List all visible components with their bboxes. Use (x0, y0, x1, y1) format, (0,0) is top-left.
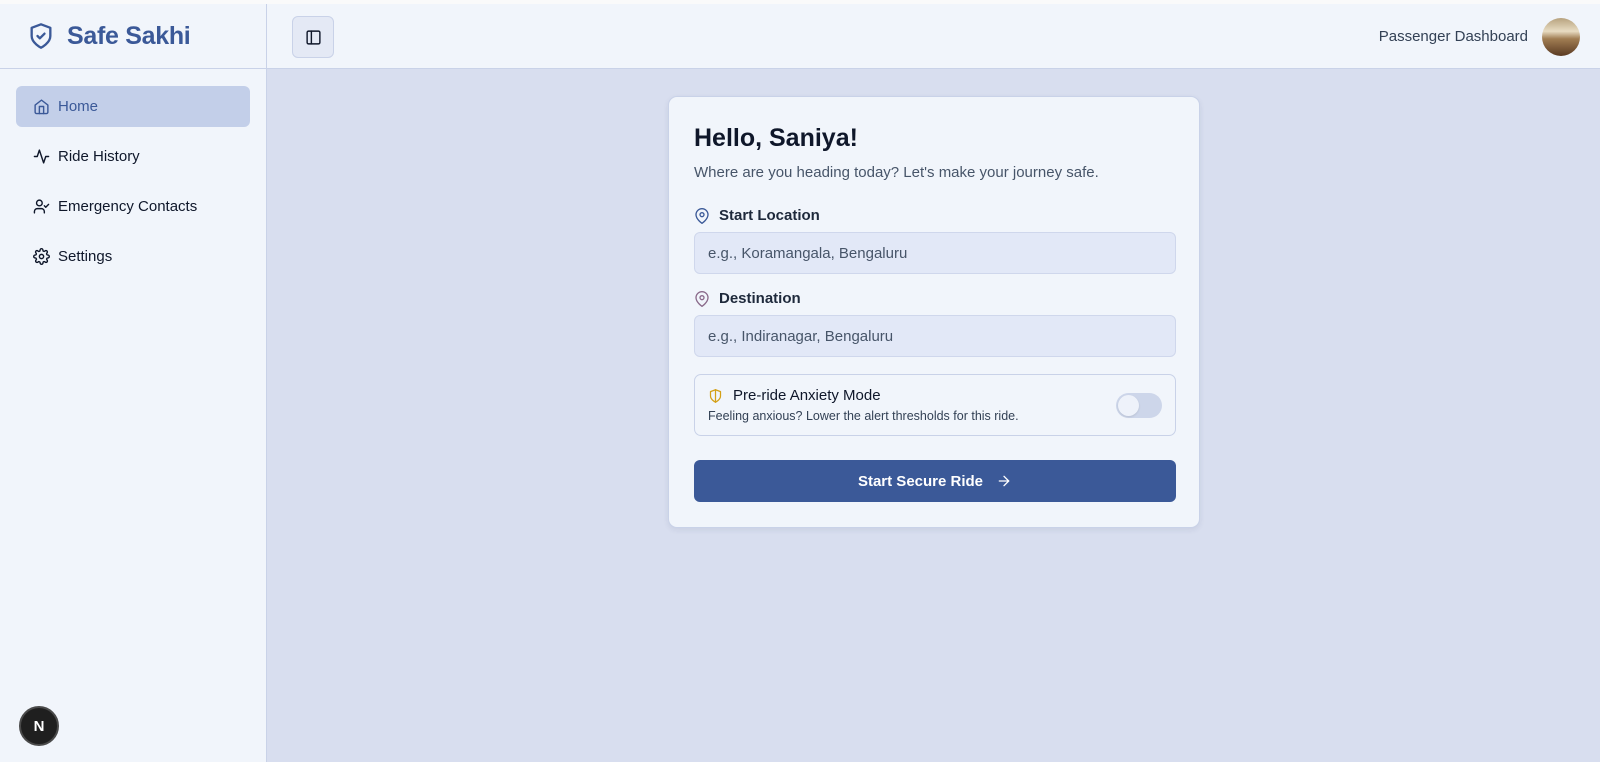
sidebar-toggle-icon (305, 29, 322, 46)
anxiety-mode-description: Feeling anxious? Lower the alert thresho… (708, 409, 1019, 423)
sidebar-nav: Home Ride History Emergency Contacts Set… (0, 69, 266, 277)
arrow-right-icon (996, 473, 1012, 489)
brand[interactable]: Safe Sakhi (0, 4, 266, 69)
map-pin-icon (694, 207, 710, 224)
sidebar-toggle-button[interactable] (292, 16, 334, 58)
start-location-label: Start Location (694, 207, 820, 224)
greeting-subtitle: Where are you heading today? Let's make … (694, 164, 1099, 181)
sidebar-item-label: Ride History (58, 148, 140, 165)
sidebar-item-ride-history[interactable]: Ride History (16, 136, 250, 177)
activity-icon (33, 148, 50, 165)
sidebar: Safe Sakhi Home Ride History Emergency C… (0, 4, 267, 762)
ride-setup-card: Hello, Saniya! Where are you heading tod… (668, 96, 1200, 528)
sidebar-item-label: Emergency Contacts (58, 198, 198, 215)
home-icon (33, 98, 50, 115)
sidebar-item-label: Home (58, 98, 99, 115)
page-title: Passenger Dashboard (1378, 28, 1528, 45)
sidebar-item-settings[interactable]: Settings (16, 236, 250, 277)
start-location-label-text: Start Location (719, 207, 820, 224)
user-check-icon (33, 198, 50, 215)
start-location-input[interactable] (694, 232, 1176, 274)
toggle-knob (1118, 395, 1139, 416)
destination-label-text: Destination (719, 290, 801, 307)
start-secure-ride-button[interactable]: Start Secure Ride (694, 460, 1176, 502)
sidebar-item-emergency-contacts[interactable]: Emergency Contacts (16, 186, 250, 227)
start-secure-ride-label: Start Secure Ride (857, 472, 984, 490)
shield-check-icon (27, 20, 55, 52)
gear-icon (33, 248, 50, 265)
anxiety-mode-title-text: Pre-ride Anxiety Mode (733, 387, 881, 404)
destination-input[interactable] (694, 315, 1176, 357)
shield-icon (708, 388, 723, 404)
greeting-heading: Hello, Saniya! (694, 124, 858, 152)
dev-tools-badge[interactable]: N (19, 706, 59, 746)
anxiety-mode-title: Pre-ride Anxiety Mode (708, 387, 881, 404)
anxiety-mode-toggle[interactable] (1116, 393, 1162, 418)
top-header: Passenger Dashboard (267, 4, 1600, 69)
avatar[interactable] (1542, 18, 1580, 56)
brand-name: Safe Sakhi (67, 21, 191, 50)
destination-label: Destination (694, 290, 801, 307)
map-pin-icon (694, 290, 710, 307)
anxiety-mode-panel: Pre-ride Anxiety Mode Feeling anxious? L… (694, 374, 1176, 436)
sidebar-item-home[interactable]: Home (16, 86, 250, 127)
sidebar-item-label: Settings (58, 248, 113, 265)
